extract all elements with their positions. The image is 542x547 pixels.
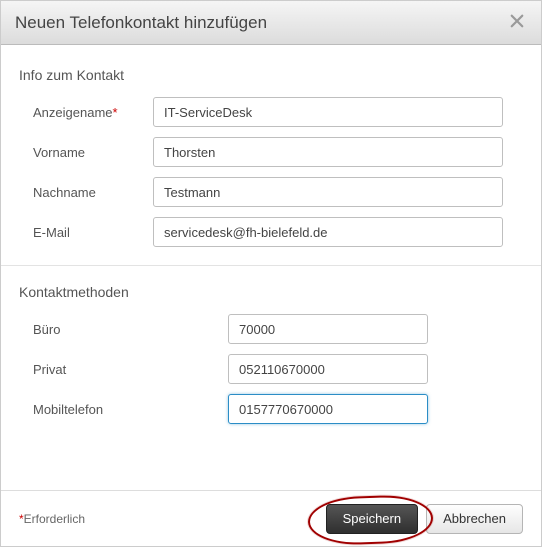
section-methods-title: Kontaktmethoden: [19, 284, 523, 300]
input-email[interactable]: [153, 217, 503, 247]
label-private: Privat: [33, 362, 228, 377]
input-displayname[interactable]: [153, 97, 503, 127]
row-firstname: Vorname: [19, 137, 523, 167]
input-mobile[interactable]: [228, 394, 428, 424]
input-lastname[interactable]: [153, 177, 503, 207]
row-mobile: Mobiltelefon: [19, 394, 523, 424]
save-highlight: Speichern: [318, 504, 419, 534]
label-mobile: Mobiltelefon: [33, 402, 228, 417]
cancel-button[interactable]: Abbrechen: [426, 504, 523, 534]
required-note: *Erforderlich: [19, 512, 85, 526]
row-office: Büro: [19, 314, 523, 344]
dialog-title: Neuen Telefonkontakt hinzufügen: [15, 13, 267, 33]
row-displayname: Anzeigename*: [19, 97, 523, 127]
dialog-footer: *Erforderlich Speichern Abbrechen: [1, 490, 541, 546]
divider: [1, 265, 541, 266]
label-email: E-Mail: [33, 225, 153, 240]
row-email: E-Mail: [19, 217, 523, 247]
input-office[interactable]: [228, 314, 428, 344]
row-private: Privat: [19, 354, 523, 384]
label-firstname: Vorname: [33, 145, 153, 160]
row-lastname: Nachname: [19, 177, 523, 207]
label-office: Büro: [33, 322, 228, 337]
dialog-titlebar: Neuen Telefonkontakt hinzufügen: [1, 1, 541, 45]
label-displayname: Anzeigename*: [33, 105, 153, 120]
save-button[interactable]: Speichern: [326, 504, 419, 534]
section-info-title: Info zum Kontakt: [19, 67, 523, 83]
label-lastname: Nachname: [33, 185, 153, 200]
input-private[interactable]: [228, 354, 428, 384]
input-firstname[interactable]: [153, 137, 503, 167]
close-icon[interactable]: [505, 9, 529, 33]
